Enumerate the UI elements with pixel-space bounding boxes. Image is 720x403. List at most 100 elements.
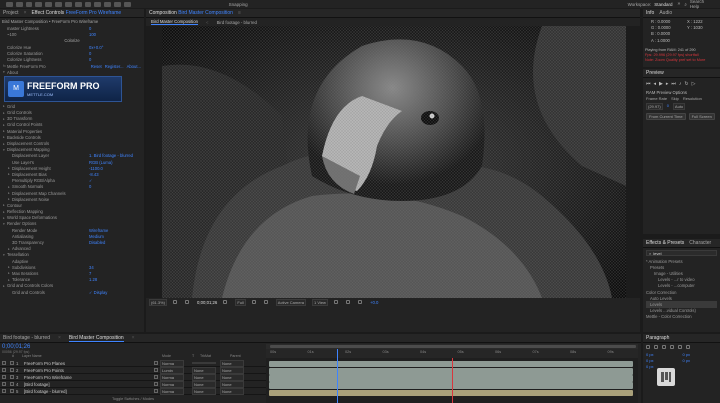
layer-mode-select[interactable]: Norma [160, 373, 184, 381]
twirl-icon[interactable]: ▸ [3, 111, 6, 115]
resolution-select[interactable]: Auto [672, 103, 686, 110]
frame-rate-select[interactable]: (29.97) [646, 103, 663, 110]
reset-exposure-icon[interactable] [357, 300, 362, 304]
twirl-icon[interactable]: ▸ [3, 123, 6, 127]
effect-value[interactable]: -1100.0 [89, 166, 141, 171]
resolution-select[interactable]: Full [235, 298, 246, 306]
selection-tool-icon[interactable] [15, 1, 23, 7]
mask-tool-icon[interactable] [74, 1, 82, 7]
effect-value[interactable]: Disabled [89, 240, 141, 245]
layer-name[interactable]: FreeForm Pro Planes [24, 361, 152, 366]
region-icon[interactable] [251, 300, 256, 304]
effect-value[interactable]: 1.28 [89, 277, 141, 282]
pan-tool-icon[interactable] [64, 1, 72, 7]
view-layout-select[interactable]: 1 View [312, 298, 328, 306]
current-time-indicator[interactable] [337, 349, 338, 403]
transparency-icon[interactable] [263, 300, 268, 304]
subtab-blurred[interactable]: Bird footage - blurred [217, 20, 257, 25]
effect-value[interactable]: RGB (Luma) [89, 160, 141, 165]
effect-row[interactable]: ▸ Max Iterations 7 [3, 270, 141, 276]
twirl-icon[interactable]: ▸ [3, 104, 6, 108]
ram-preview-icon[interactable]: ▷ [692, 81, 696, 87]
colorize-row[interactable]: Colorize Lightness 0 [3, 57, 141, 63]
register-link[interactable]: Register... [105, 64, 124, 69]
fx-switch-icon[interactable] [154, 382, 158, 386]
parent-select[interactable]: None [220, 387, 244, 395]
twirl-icon[interactable]: ▾ [3, 222, 6, 226]
space-after-field[interactable]: 0 px [683, 358, 718, 363]
effect-row[interactable]: Render Mode Wireframe [3, 227, 141, 233]
twirl-icon[interactable]: ▸ [8, 278, 11, 282]
prev-frame-icon[interactable]: ◂ [654, 81, 657, 87]
first-frame-icon[interactable]: ⏮ [646, 81, 651, 87]
twirl-icon[interactable]: ▸ [3, 216, 6, 220]
lock-icon[interactable] [10, 361, 14, 365]
parent-select[interactable]: None [220, 373, 244, 381]
visibility-icon[interactable] [2, 361, 6, 365]
top-row[interactable]: master Lightness 0 [3, 25, 141, 31]
top-row[interactable]: ~100 100 [3, 31, 141, 37]
camera-select[interactable]: Active Camera [275, 298, 307, 306]
track-matte-select[interactable]: None [192, 366, 216, 374]
effect-row[interactable]: Displacement Layer 1. Bird footage - blur… [3, 153, 141, 159]
next-frame-icon[interactable]: ▸ [666, 81, 669, 87]
effect-row[interactable]: ▸ Smooth Normals 0 [3, 184, 141, 190]
colorize-value[interactable]: 0 [89, 51, 141, 56]
top-value[interactable]: 100 [89, 32, 141, 37]
reset-link[interactable]: Reset [91, 64, 102, 69]
visibility-icon[interactable] [2, 382, 6, 386]
fx-switch-icon[interactable] [154, 375, 158, 379]
layer-mode-select[interactable]: Norma [160, 387, 184, 395]
twirl-icon[interactable]: ▾ [3, 253, 6, 257]
track-matte-select[interactable] [192, 362, 216, 364]
effect-row[interactable]: ▸ Tolerance 1.28 [3, 277, 141, 283]
loop-icon[interactable]: ↻ [684, 81, 688, 87]
parent-select[interactable]: None [220, 380, 244, 388]
layer-duration-bar[interactable] [269, 360, 633, 368]
full-screen-checkbox[interactable]: Full Screen [688, 113, 715, 120]
twirl-icon[interactable]: ▸ [3, 135, 6, 139]
audio-icon[interactable]: ♪ [679, 81, 682, 87]
search-help-input[interactable]: Search Help [690, 0, 714, 9]
align-right-icon[interactable] [662, 345, 666, 349]
snapping-label[interactable]: Snapping [229, 2, 248, 7]
lock-icon[interactable] [10, 368, 14, 372]
layer-duration-bar[interactable] [269, 382, 633, 390]
effect-row[interactable]: ▸ Displacement Height -1100.0 [3, 165, 141, 171]
colorize-row[interactable]: Colorize Saturation 0 [3, 51, 141, 57]
layer-name[interactable]: [Bird footage] [24, 382, 152, 387]
camera-snapshot-icon[interactable] [185, 300, 190, 304]
indent-left-field[interactable]: 0 px [646, 352, 681, 357]
toggle-switches-modes[interactable]: Toggle Switches / Modes [0, 397, 266, 403]
color-channel-icon[interactable] [223, 300, 228, 304]
effect-value[interactable]: Wireframe [89, 228, 141, 233]
home-tool-icon[interactable] [6, 1, 13, 7]
fx-switch-icon[interactable] [154, 361, 158, 365]
colorize-value[interactable]: 0x+0.0° [89, 45, 141, 50]
skip-value[interactable]: 0 [667, 103, 669, 110]
zoom-select[interactable]: (61.3%) [149, 298, 168, 306]
parent-select[interactable]: None [220, 366, 244, 374]
twirl-icon[interactable]: ▸ [8, 271, 11, 275]
twirl-icon[interactable]: ▸ [3, 203, 6, 207]
exposure-value[interactable]: +0.0 [370, 300, 378, 305]
hand-tool-icon[interactable] [25, 1, 33, 7]
twirl-icon[interactable]: ▸ [8, 172, 11, 176]
justify-left-icon[interactable] [670, 345, 674, 349]
tab-character[interactable]: Character [689, 240, 711, 246]
play-icon[interactable]: ▶ [659, 81, 663, 87]
effect-value[interactable]: Medium [89, 234, 141, 239]
brush-tool-icon[interactable] [104, 1, 111, 7]
align-left-icon[interactable] [646, 345, 650, 349]
lock-icon[interactable] [10, 375, 14, 379]
zoom-tool-icon[interactable] [35, 1, 43, 7]
twirl-icon[interactable]: ▸ [8, 265, 11, 269]
twirl-icon[interactable]: ▸ [8, 247, 11, 251]
align-center-icon[interactable] [654, 345, 658, 349]
twirl-icon[interactable]: ▸ [8, 197, 11, 201]
effects-list-item[interactable]: Mettle - Color Correction [646, 314, 717, 320]
effects-search[interactable]: ⌕ level [646, 250, 717, 256]
justify-center-icon[interactable] [678, 345, 682, 349]
indent-right-field[interactable]: 0 px [683, 352, 718, 357]
effect-row[interactable]: Grid and Controls ✓ Display [3, 289, 141, 295]
